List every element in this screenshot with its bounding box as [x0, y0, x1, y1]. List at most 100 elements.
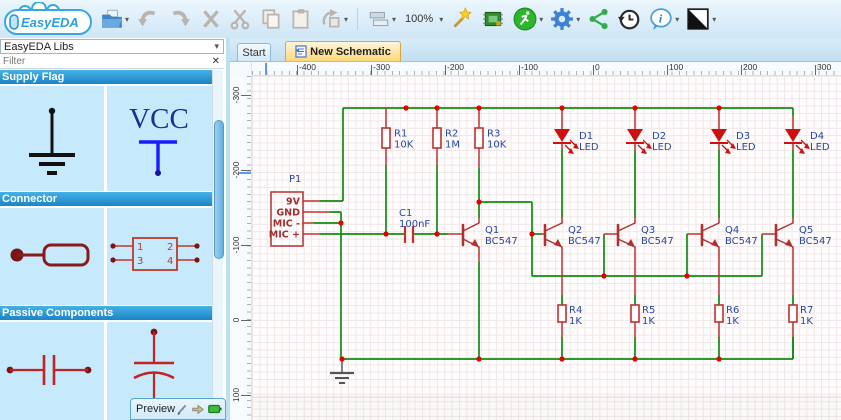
transistor-Q3[interactable]: Q3 BC547: [616, 222, 674, 248]
connector-1pin-symbol: [10, 243, 90, 267]
filter-input[interactable]: [0, 55, 212, 68]
battery-icon[interactable]: [207, 401, 223, 417]
section-header-passive[interactable]: Passive Components: [0, 306, 212, 320]
pcb-button[interactable]: [479, 6, 507, 32]
resistor-R1[interactable]: R1 10K: [381, 127, 414, 151]
settings-button[interactable]: ▾: [548, 6, 581, 32]
dropdown-arrow-icon: ▾: [675, 14, 680, 24]
filter-row: ✕: [0, 55, 224, 69]
redo-button[interactable]: [166, 6, 194, 32]
pcb-chip-icon: [483, 11, 504, 27]
sheet-boundary: [252, 396, 841, 420]
folder-open-icon: [102, 9, 122, 28]
component-ref: Q2: [568, 225, 582, 236]
theme-button[interactable]: ▾: [684, 6, 717, 32]
transistor-Q5[interactable]: Q5 BC547: [774, 222, 832, 248]
easyeda-logo-icon: EasyEDA: [4, 1, 92, 35]
ruler-corner: [230, 62, 252, 76]
ground-symbol[interactable]: [330, 359, 354, 384]
logo-text: EasyEDA: [21, 15, 79, 30]
component-value: 10K: [394, 140, 414, 151]
sidebar-scrollbar[interactable]: [212, 70, 224, 420]
component-value: BC547: [725, 236, 758, 247]
section-header-supply-flag[interactable]: Supply Flag: [0, 70, 212, 84]
share-button[interactable]: [585, 6, 611, 32]
library-item-ground[interactable]: [0, 86, 104, 191]
run-icon: [513, 7, 537, 31]
preview-panel-header[interactable]: Preview: [130, 398, 226, 420]
scissors-icon: [230, 9, 250, 30]
transistor-Q4[interactable]: Q4 BC547: [700, 222, 758, 248]
share-icon: [589, 8, 608, 30]
component-ref: R2: [445, 129, 458, 140]
copy-button[interactable]: [258, 6, 284, 32]
tab-start[interactable]: Start: [237, 43, 271, 61]
transistor-Q2[interactable]: Q2 BC547: [543, 222, 601, 248]
cut-button[interactable]: [228, 6, 254, 32]
gear-icon: [551, 8, 574, 30]
rotate-button[interactable]: ▾: [318, 6, 349, 32]
vcc-label: VCC: [129, 103, 189, 135]
run-simulation-button[interactable]: ▾: [511, 6, 544, 32]
component-ref: Q4: [725, 225, 739, 236]
pin-number: 4: [167, 256, 173, 267]
v-ruler-label: 100: [231, 387, 241, 403]
chevron-down-icon: ▾: [214, 41, 219, 51]
led-D2[interactable]: D2 LED: [626, 129, 672, 154]
component-value: BC547: [568, 236, 601, 247]
resistor-R3[interactable]: R3 10K: [474, 127, 507, 151]
pan-arrow-icon[interactable]: [191, 401, 205, 417]
layer-align-button[interactable]: ▾: [366, 6, 397, 32]
paste-button[interactable]: [288, 6, 314, 32]
info-button[interactable]: i ▾: [647, 6, 680, 32]
library-item-connector-4pin[interactable]: 1 2 3 4: [107, 208, 212, 305]
section-header-connector[interactable]: Connector: [0, 192, 212, 206]
tab-start-label: Start: [242, 46, 266, 59]
pin-number: 1: [137, 242, 143, 253]
component-value: 10K: [487, 140, 507, 151]
library-item-capacitor[interactable]: [0, 322, 104, 420]
zoom-level-value[interactable]: 100%: [405, 13, 433, 25]
transistor-Q1[interactable]: Q1 BC547: [461, 222, 518, 248]
component-ref: Q3: [641, 225, 655, 236]
led-D3[interactable]: D3 LED: [710, 129, 756, 154]
vertical-ruler: -300 -200 -100 0 100: [230, 76, 252, 420]
leds: D1 LED D2 LED D3 LED D4 LED: [553, 129, 830, 154]
libs-dropdown[interactable]: EasyEDA Libs ▾: [0, 39, 224, 54]
h-ruler-label: 100: [669, 62, 684, 72]
ground-symbol: [29, 107, 75, 175]
tab-new-schematic-label: New Schematic: [310, 45, 391, 58]
component-ref: R1: [394, 129, 407, 140]
main-toolbar: EasyEDA ▾ ▾ ▾ 100% ▾ ▾ ▾ i ▾ ▾: [0, 0, 841, 39]
clear-filter-icon[interactable]: ✕: [212, 56, 220, 67]
info-bubble-icon: i: [650, 8, 672, 30]
easyeda-logo[interactable]: EasyEDA: [3, 1, 95, 36]
open-file-button[interactable]: ▾: [99, 6, 130, 32]
schematic-canvas[interactable]: P1 9V GND MIC - MIC + C1 100nF R1 10K R2…: [252, 76, 841, 420]
zoom-dropdown-arrow-icon[interactable]: ▾: [439, 15, 443, 24]
wizard-button[interactable]: [447, 6, 475, 32]
history-button[interactable]: [615, 6, 643, 32]
led-D4[interactable]: D4 LED: [784, 129, 830, 154]
library-item-vcc[interactable]: VCC: [107, 86, 212, 191]
resistor-R2[interactable]: R2 1M: [432, 127, 460, 151]
connector-P1[interactable]: P1 9V GND MIC - MIC +: [269, 174, 304, 247]
component-ref: R4: [569, 305, 582, 316]
sidebar-scrollbar-thumb[interactable]: [214, 120, 224, 259]
h-ruler-label: -400: [299, 62, 317, 72]
preview-icons: [175, 401, 223, 417]
capacitor-C1[interactable]: C1 100nF: [399, 208, 430, 243]
library-item-connector-1pin[interactable]: [0, 208, 104, 305]
undo-icon: [138, 10, 156, 27]
delete-button[interactable]: [198, 6, 224, 32]
v-ruler-minor-ticks: [247, 76, 251, 420]
component-ref: Q1: [485, 225, 499, 236]
edit-pencil-icon[interactable]: [175, 401, 189, 417]
undo-button[interactable]: [134, 6, 162, 32]
pin-number: 2: [167, 242, 173, 253]
led-D1[interactable]: D1 LED: [553, 129, 599, 154]
v-ruler-label: 0: [231, 317, 241, 323]
pin-number: 3: [137, 256, 143, 267]
tab-new-schematic[interactable]: New Schematic: [285, 41, 401, 61]
component-ref: R7: [800, 305, 813, 316]
